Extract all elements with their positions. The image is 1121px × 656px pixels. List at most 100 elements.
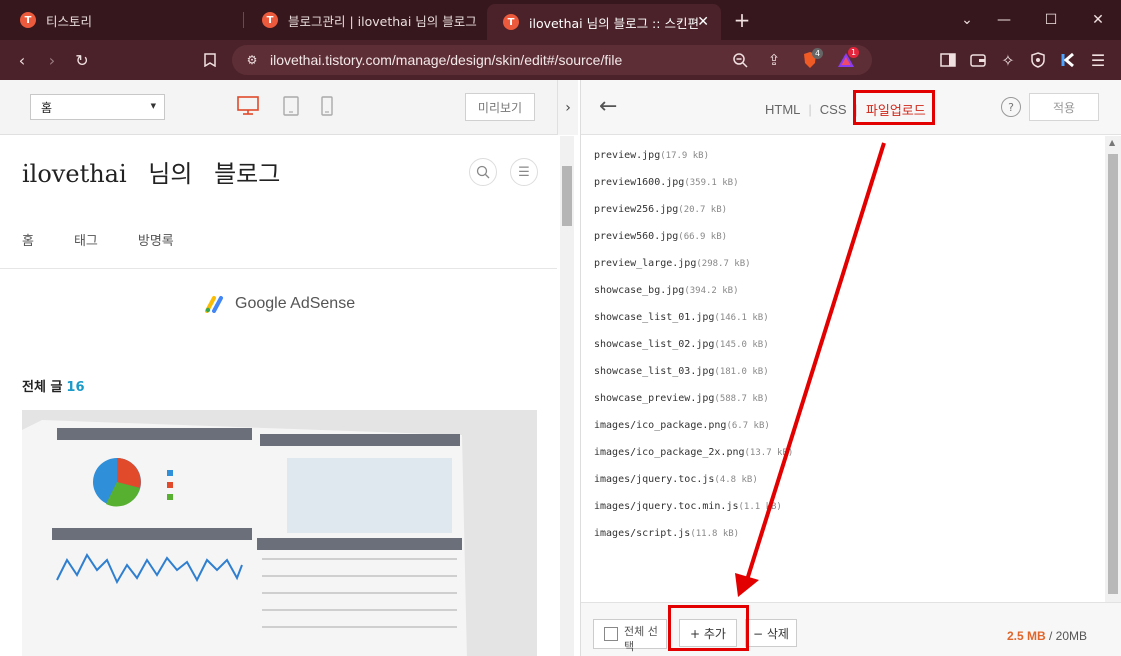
file-item[interactable]: showcase_list_01.jpg(146.1 kB) (594, 312, 793, 339)
tab-css[interactable]: CSS (820, 102, 847, 117)
file-item[interactable]: images/ico_package_2x.png(13.7 kB) (594, 447, 793, 474)
file-item[interactable]: images/ico_package.png(6.7 kB) (594, 420, 793, 447)
sidebar-toggle-icon[interactable] (936, 48, 960, 72)
close-tab-icon[interactable]: ✕ (697, 14, 709, 30)
mobile-view-icon[interactable] (321, 96, 333, 120)
zoom-icon[interactable] (728, 48, 752, 72)
preview-toolbar: 홈 ▼ 미리보기 › (0, 80, 578, 135)
preview-scrollbar[interactable] (560, 136, 574, 656)
file-actions-bar: 전체 선택 + 추가 − 삭제 2.5 MB / 20MB (581, 602, 1121, 656)
brave-shields-icon[interactable]: 4 (798, 48, 823, 72)
usage-used: 2.5 MB (1006, 629, 1046, 643)
page-select[interactable]: 홈 ▼ (30, 94, 165, 120)
close-window-icon[interactable]: ✕ (1075, 0, 1121, 40)
share-icon[interactable]: ⇪ (762, 48, 786, 72)
rewards-badge: 1 (848, 47, 859, 58)
nav-guestbook[interactable]: 방명록 (138, 230, 174, 249)
file-item[interactable]: preview1600.jpg(359.1 kB) (594, 177, 793, 204)
tab-title: 블로그관리 | ilovethai 님의 블로그 (288, 13, 477, 29)
file-item[interactable]: preview.jpg(17.9 kB) (594, 150, 793, 177)
adsense-text: Google AdSense (235, 295, 356, 312)
new-tab-button[interactable]: + (732, 8, 752, 32)
file-item[interactable]: images/jquery.toc.js(4.8 kB) (594, 474, 793, 501)
site-settings-icon[interactable]: ⚙ (240, 48, 264, 72)
apply-button[interactable]: 적용 (1029, 93, 1099, 121)
tab-skin-editor[interactable]: T ilovethai 님의 블로그 :: 스킨편 ✕ (487, 4, 721, 40)
scroll-up-icon[interactable]: ▲ (1109, 138, 1115, 147)
file-item[interactable]: images/jquery.toc.min.js(1.1 kB) (594, 501, 793, 528)
desktop-view-icon[interactable] (237, 96, 259, 120)
vpn-shield-icon[interactable] (1026, 48, 1050, 72)
file-item[interactable]: showcase_list_02.jpg(145.0 kB) (594, 339, 793, 366)
highlight-file-upload-tab (853, 90, 935, 125)
tab-title: ilovethai 님의 블로그 :: 스킨편 (529, 15, 699, 31)
file-item[interactable]: showcase_bg.jpg(394.2 kB) (594, 285, 793, 312)
search-icon[interactable] (469, 158, 497, 186)
page-select-value: 홈 (41, 101, 53, 115)
wallet-icon[interactable] (966, 48, 990, 72)
menu-icon[interactable]: ☰ (510, 158, 538, 186)
blog-title: ilovethai 님의 블로그 (22, 160, 281, 188)
skin-preview-pane: 홈 ▼ 미리보기 › ilovethai 님의 블로그 ☰ 홈 태그 방명록 G… (0, 80, 578, 656)
forward-arrow-icon[interactable]: › (40, 48, 64, 72)
menu-icon[interactable]: ☰ (1086, 48, 1110, 72)
all-posts-count: 16 (66, 380, 85, 395)
file-list-scrollbar[interactable]: ▲ (1105, 136, 1121, 602)
tistory-favicon-icon: T (20, 12, 36, 28)
shields-badge: 4 (812, 48, 823, 59)
file-item[interactable]: preview_large.jpg(298.7 kB) (594, 258, 793, 285)
all-posts-label: 전체 글 (22, 380, 63, 395)
reload-icon[interactable]: ↻ (70, 48, 94, 72)
caret-down-icon: ▼ (150, 102, 156, 110)
file-item[interactable]: preview256.jpg(20.7 kB) (594, 204, 793, 231)
highlight-add-button (668, 605, 749, 651)
all-posts-heading: 전체 글 16 (22, 376, 85, 395)
file-item[interactable]: images/script.js(11.8 kB) (594, 528, 793, 555)
select-all-label: 전체 선택 (624, 625, 658, 653)
skin-editor-pane: ← HTML | CSS | 파일업로드 ? 적용 preview.jpg(17… (580, 80, 1121, 656)
divider (0, 268, 557, 269)
delete-file-button[interactable]: − 삭제 (745, 619, 797, 647)
back-arrow-icon[interactable]: ‹ (10, 48, 34, 72)
file-list: preview.jpg(17.9 kB) preview1600.jpg(359… (594, 150, 793, 555)
preview-button[interactable]: 미리보기 (465, 93, 535, 121)
back-arrow-icon[interactable]: ← (599, 94, 617, 119)
checkbox-icon[interactable] (604, 627, 618, 641)
help-icon[interactable]: ? (1001, 97, 1021, 117)
file-item[interactable]: preview560.jpg(66.9 kB) (594, 231, 793, 258)
tab-title: 티스토리 (46, 13, 93, 29)
tablet-view-icon[interactable] (283, 96, 299, 120)
editor-toolbar: ← HTML | CSS | 파일업로드 ? 적용 (581, 80, 1121, 135)
bookmark-icon[interactable] (198, 48, 222, 72)
adsense-logo-icon (205, 295, 227, 313)
blog-preview: ilovethai 님의 블로그 ☰ 홈 태그 방명록 Google AdSen… (0, 136, 557, 656)
minimize-icon[interactable]: — (981, 0, 1027, 40)
collapse-pane-chevron-icon[interactable]: › (557, 80, 578, 135)
tab-separator (243, 12, 244, 28)
nav-tags[interactable]: 태그 (74, 230, 98, 249)
scrollbar-thumb[interactable] (1108, 154, 1118, 594)
tistory-favicon-icon: T (262, 12, 278, 28)
maximize-icon[interactable]: ☐ (1028, 0, 1074, 40)
adsense-banner: Google AdSense (205, 295, 355, 313)
tab-separator: | (808, 102, 812, 117)
blog-nav: 홈 태그 방명록 (22, 230, 174, 249)
post-thumbnail[interactable] (22, 410, 537, 656)
file-item[interactable]: showcase_preview.jpg(588.7 kB) (594, 393, 793, 420)
tab-tistory[interactable]: T 티스토리 (4, 0, 240, 40)
address-bar[interactable]: ⚙ ilovethai.tistory.com/manage/design/sk… (232, 45, 872, 75)
tistory-favicon-icon: T (503, 14, 519, 30)
tab-blog-admin[interactable]: T 블로그관리 | ilovethai 님의 블로그 (246, 0, 482, 40)
select-all-checkbox[interactable]: 전체 선택 (593, 619, 667, 653)
browser-toolbar: ‹ › ↻ ⚙ ilovethai.tistory.com/manage/des… (0, 40, 1121, 80)
extension-k-icon[interactable] (1056, 48, 1080, 72)
scrollbar-thumb[interactable] (562, 166, 572, 226)
tab-html[interactable]: HTML (765, 102, 800, 117)
brave-rewards-icon[interactable]: 1 (834, 47, 859, 72)
tab-strip: T 티스토리 T 블로그관리 | ilovethai 님의 블로그 T ilov… (0, 0, 1121, 40)
url-text: ilovethai.tistory.com/manage/design/skin… (270, 52, 623, 68)
file-item[interactable]: showcase_list_03.jpg(181.0 kB) (594, 366, 793, 393)
usage-total: / 20MB (1045, 629, 1087, 643)
nav-home[interactable]: 홈 (22, 230, 34, 249)
leo-ai-icon[interactable]: ✧ (996, 48, 1020, 72)
